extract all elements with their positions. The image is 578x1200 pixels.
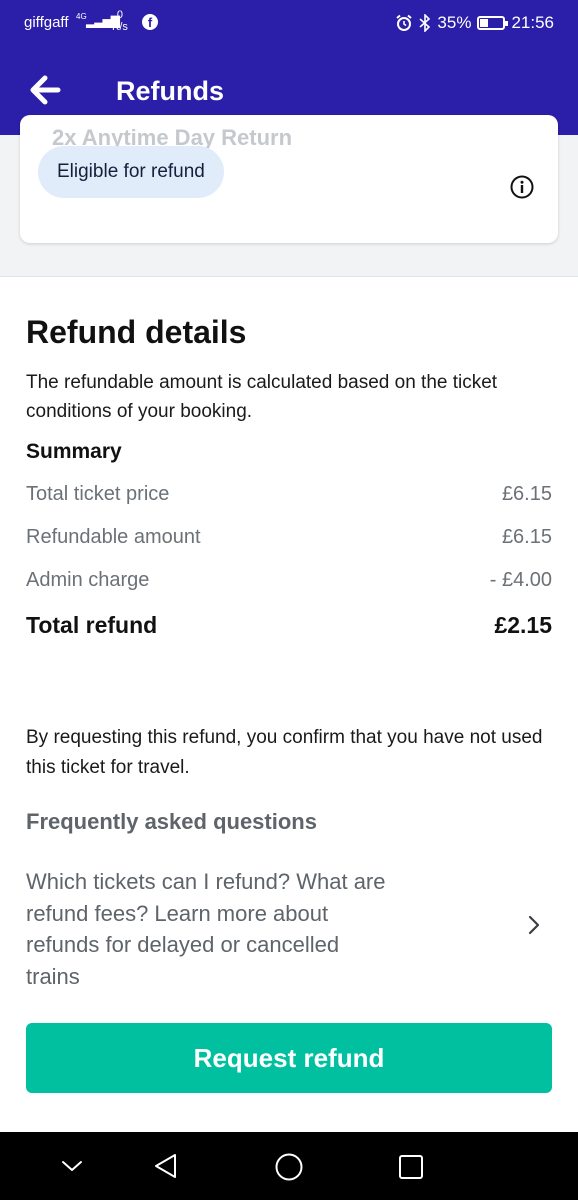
nav-collapse-icon[interactable]	[60, 1158, 84, 1174]
carrier-name: giffgaff	[24, 14, 69, 31]
refund-details-description: The refundable amount is calculated base…	[26, 372, 498, 422]
back-arrow-icon[interactable]	[26, 70, 66, 110]
status-bar: giffgaff 4G ▂▃▅▇ 0 K/s f 35% 21:56	[0, 0, 578, 48]
eligibility-badge: Eligible for refund	[38, 146, 224, 198]
confirmation-text: By requesting this refund, you confirm t…	[26, 727, 543, 778]
summary-row-refundable-amount: Refundable amount £6.15	[26, 526, 552, 549]
ticket-section: 2x Anytime Day Return Eligible for refun…	[0, 115, 578, 277]
clock: 21:56	[511, 13, 554, 32]
row-label: Total ticket price	[26, 483, 170, 505]
ticket-card: 2x Anytime Day Return Eligible for refun…	[20, 115, 558, 243]
faq-link-text: Which tickets can I refund? What are ref…	[26, 869, 386, 989]
row-value: - £4.00	[489, 569, 552, 591]
faq-heading: Frequently asked questions	[26, 809, 317, 834]
chevron-right-icon	[528, 915, 540, 935]
alarm-icon	[396, 14, 413, 31]
summary-row-total-ticket-price: Total ticket price £6.15	[26, 483, 552, 506]
total-label: Total refund	[26, 612, 158, 638]
row-label: Admin charge	[26, 569, 150, 591]
summary-row-admin-charge: Admin charge - £4.00	[26, 569, 552, 592]
facebook-icon: f	[142, 14, 158, 30]
speed-unit: K/s	[112, 21, 128, 33]
info-icon[interactable]	[510, 175, 534, 199]
speed-value: 0	[116, 9, 124, 21]
summary-row-total-refund: Total refund £2.15	[26, 612, 552, 639]
battery-icon	[477, 16, 509, 30]
refund-details-heading: Refund details	[26, 314, 247, 350]
row-value: £6.15	[501, 483, 552, 505]
summary-heading: Summary	[26, 440, 122, 463]
nav-home-icon[interactable]	[274, 1152, 304, 1182]
row-value: £6.15	[501, 526, 552, 548]
battery-percent: 35%	[437, 13, 472, 32]
nav-recents-icon[interactable]	[398, 1154, 424, 1180]
bluetooth-icon	[419, 14, 431, 32]
request-refund-button[interactable]: Request refund	[26, 1023, 552, 1093]
faq-link[interactable]: Which tickets can I refund? What are ref…	[26, 866, 552, 992]
system-nav-bar	[0, 1132, 578, 1200]
network-speed: 0 K/s	[112, 9, 128, 33]
nav-back-icon[interactable]	[152, 1152, 180, 1180]
status-right: 35% 21:56	[395, 13, 554, 33]
total-value: £2.15	[494, 612, 552, 638]
page-title: Refunds	[116, 76, 224, 106]
row-label: Refundable amount	[26, 526, 201, 548]
